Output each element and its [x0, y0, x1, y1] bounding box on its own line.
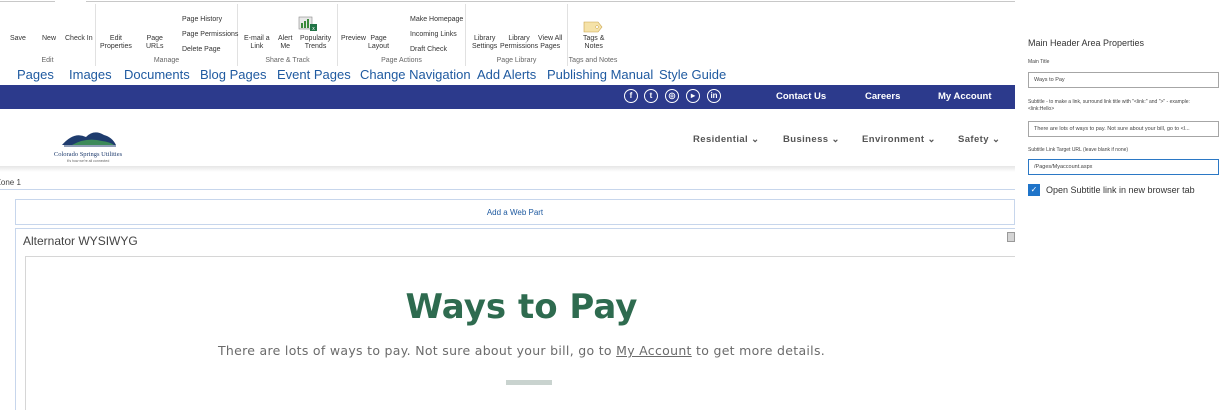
decorative-divider — [506, 380, 552, 385]
main-title-label: Main Title — [1028, 59, 1050, 65]
ribbon-group-page-actions: Preview Page Layout Make Homepage Incomi… — [338, 4, 466, 66]
linkedin-icon[interactable]: in — [707, 89, 721, 103]
nav-safety[interactable]: Safety ⌄ — [958, 134, 1000, 145]
web-part-title: Alternator WYSIWYG — [23, 234, 138, 248]
check-in-button[interactable]: Check In — [65, 35, 93, 43]
new-button[interactable]: New — [42, 35, 56, 43]
library-permissions-button[interactable]: Library Permissions — [500, 35, 538, 51]
ribbon-group-label: Page Actions — [381, 57, 422, 64]
site-top-bar: f t ◎ ▸ in Contact Us Careers My Account — [0, 85, 1015, 109]
page-urls-button[interactable]: Page URLs — [146, 35, 164, 51]
ribbon-group-tags-notes: Tags & Notes Tags and Notes — [568, 4, 618, 66]
library-settings-button[interactable]: Library Settings — [472, 35, 497, 51]
ribbon-group-edit: Save New Check In Edit — [0, 4, 96, 66]
careers-link[interactable]: Careers — [865, 91, 900, 102]
quick-link-documents[interactable]: Documents — [124, 67, 190, 82]
quick-link-blog-pages[interactable]: Blog Pages — [200, 67, 267, 82]
page-layout-button[interactable]: Page Layout — [368, 35, 389, 51]
subtitle-url-label: Subtitle Link Target URL (leave blank if… — [1028, 147, 1129, 153]
zone-label: Zone 1 — [0, 178, 21, 187]
page-history-button[interactable]: Page History — [182, 16, 222, 24]
save-button[interactable]: Save — [10, 35, 26, 43]
popularity-trends-icon[interactable]: x — [286, 8, 326, 34]
subtitle-url-field[interactable]: /Pages/Myaccount.aspx — [1028, 159, 1219, 175]
web-part-content: Ways to Pay There are lots of ways to pa… — [25, 256, 1016, 410]
quick-link-add-alerts[interactable]: Add Alerts — [477, 67, 536, 82]
page-subtitle: There are lots of ways to pay. Not sure … — [26, 343, 1017, 358]
tags-notes-button[interactable]: Tags & Notes — [583, 35, 604, 51]
ribbon-group-label: Page Library — [496, 57, 537, 64]
twitter-icon[interactable]: t — [644, 89, 658, 103]
nav-business[interactable]: Business ⌄ — [783, 134, 840, 145]
open-new-tab-checkbox[interactable]: ✓ — [1028, 184, 1040, 196]
subtitle-field[interactable]: There are lots of ways to pay. Not sure … — [1028, 121, 1219, 137]
logo-name: Colorado Springs Utilities — [53, 151, 123, 158]
email-link-button[interactable]: E-mail a Link — [244, 35, 270, 51]
ribbon-group-page-library: Library Settings Library Permissions Vie… — [466, 4, 568, 66]
quick-link-pages[interactable]: Pages — [17, 67, 54, 82]
subtitle-text-end: to get more details. — [691, 343, 826, 358]
nav-residential[interactable]: Residential ⌄ — [693, 134, 759, 145]
logo-tagline: It's how we're all connected — [66, 159, 110, 163]
contact-us-link[interactable]: Contact Us — [776, 91, 826, 102]
web-part-menu-icon[interactable] — [1007, 232, 1015, 242]
open-new-tab-label[interactable]: Open Subtitle link in new browser tab — [1046, 185, 1195, 195]
page-heading: Ways to Pay — [405, 287, 638, 327]
my-account-subtitle-link[interactable]: My Account — [616, 343, 692, 358]
incoming-links-button[interactable]: Incoming Links — [410, 31, 457, 39]
ribbon-group-label: Tags and Notes — [568, 57, 618, 64]
popularity-trends-button[interactable]: Popularity Trends — [300, 35, 331, 51]
delete-page-button[interactable]: Delete Page — [182, 46, 221, 54]
tags-notes-icon[interactable] — [568, 8, 618, 34]
quick-links-bar: Pages Images Documents Blog Pages Event … — [0, 66, 1015, 85]
subtitle-text: There are lots of ways to pay. Not sure … — [217, 343, 617, 358]
web-part-alternator-wysiwyg: Alternator WYSIWYG Ways to Pay There are… — [15, 228, 1016, 410]
instagram-icon[interactable]: ◎ — [665, 89, 679, 103]
nav-shadow — [0, 166, 1015, 172]
ribbon-group-share-track: E-mail a Link Alert Me x Popularity Tren… — [238, 4, 338, 66]
zone-divider — [0, 189, 1015, 190]
quick-link-images[interactable]: Images — [69, 67, 112, 82]
facebook-icon[interactable]: f — [624, 89, 638, 103]
ribbon-group-manage: Edit Properties Page URLs Page History P… — [96, 4, 238, 66]
site-logo[interactable]: Colorado Springs Utilities It's how we'r… — [42, 123, 134, 163]
quick-link-publishing-manual[interactable]: Publishing Manual — [547, 67, 653, 82]
page-permissions-button[interactable]: Page Permissions — [182, 31, 238, 39]
preview-button[interactable]: Preview — [341, 35, 366, 43]
draft-check-button[interactable]: Draft Check — [410, 46, 447, 54]
mountain-logo-icon — [62, 132, 116, 147]
main-navigation: Colorado Springs Utilities It's how we'r… — [0, 109, 1015, 166]
ribbon-group-label: Manage — [153, 57, 180, 64]
properties-panel: Main Header Area Properties Main Title W… — [1015, 0, 1219, 410]
quick-link-style-guide[interactable]: Style Guide — [659, 67, 726, 82]
subtitle-label: Subtitle - to make a link, surround link… — [1028, 99, 1190, 112]
ribbon: Save New Check In Edit Edit Properties P… — [0, 0, 1015, 66]
my-account-link[interactable]: My Account — [938, 91, 991, 102]
youtube-icon[interactable]: ▸ — [686, 89, 700, 103]
ribbon-group-label: Edit — [41, 57, 54, 64]
ribbon-group-label: Share & Track — [265, 57, 310, 64]
add-web-part-link[interactable]: Add a Web Part — [16, 208, 1014, 217]
quick-link-event-pages[interactable]: Event Pages — [277, 67, 351, 82]
panel-title: Main Header Area Properties — [1028, 38, 1145, 48]
edit-properties-button[interactable]: Edit Properties — [100, 35, 132, 51]
nav-environment[interactable]: Environment ⌄ — [862, 134, 936, 145]
quick-link-change-navigation[interactable]: Change Navigation — [360, 67, 471, 82]
make-homepage-button[interactable]: Make Homepage — [410, 16, 463, 24]
view-all-pages-button[interactable]: View All Pages — [538, 35, 562, 51]
alert-me-button[interactable]: Alert Me — [278, 35, 292, 51]
add-web-part-box: Add a Web Part — [15, 199, 1015, 225]
main-title-field[interactable]: Ways to Pay — [1028, 72, 1219, 88]
